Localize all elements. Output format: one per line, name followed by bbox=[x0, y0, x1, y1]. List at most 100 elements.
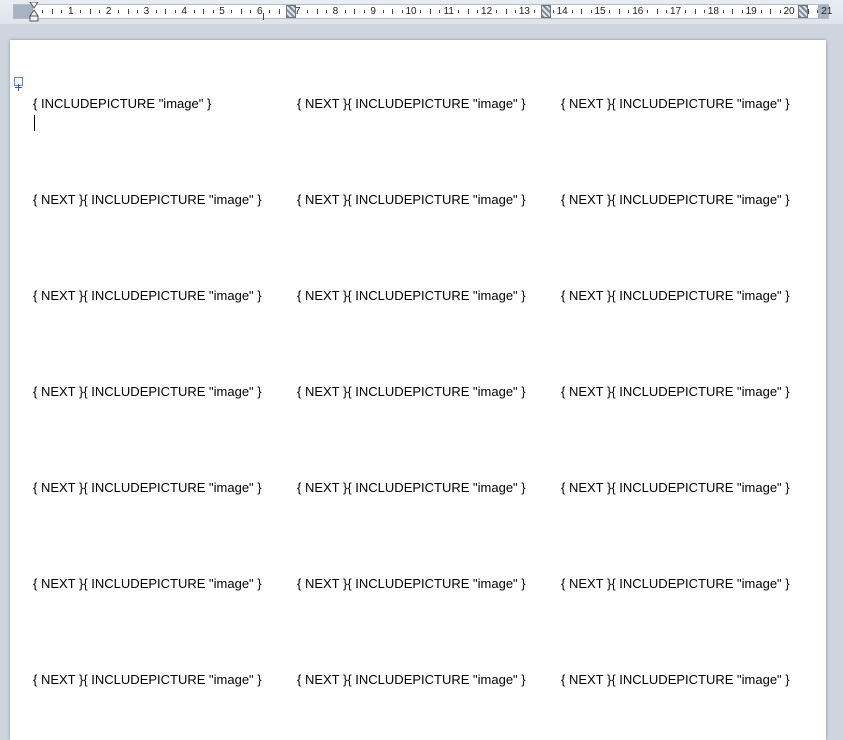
ruler-tick bbox=[155, 10, 157, 13]
ruler-tick bbox=[647, 10, 649, 13]
ruler-tick bbox=[278, 9, 280, 14]
includepicture-field[interactable]: { INCLUDEPICTURE "image" } bbox=[83, 384, 261, 399]
table-move-handle-icon[interactable] bbox=[14, 77, 23, 91]
label-cell[interactable]: { NEXT }{ INCLUDEPICTURE "image" } bbox=[561, 480, 790, 496]
includepicture-field[interactable]: { INCLUDEPICTURE "image" } bbox=[83, 192, 261, 207]
label-cell[interactable]: { INCLUDEPICTURE "image" } bbox=[33, 96, 211, 112]
includepicture-field[interactable]: { INCLUDEPICTURE "image" } bbox=[611, 192, 789, 207]
label-cell[interactable]: { NEXT }{ INCLUDEPICTURE "image" } bbox=[33, 480, 262, 496]
column-marker[interactable] bbox=[286, 5, 296, 18]
label-cell[interactable]: { NEXT }{ INCLUDEPICTURE "image" } bbox=[297, 96, 526, 112]
ruler-tick bbox=[136, 10, 138, 13]
ruler-tick bbox=[392, 9, 394, 14]
includepicture-field[interactable]: { INCLUDEPICTURE "image" } bbox=[347, 96, 525, 111]
includepicture-field[interactable]: { INCLUDEPICTURE "image" } bbox=[83, 288, 261, 303]
ruler-tick bbox=[552, 10, 554, 13]
ruler-tick bbox=[382, 10, 384, 13]
next-field[interactable]: { NEXT } bbox=[297, 192, 347, 207]
ruler-number: 1 bbox=[68, 6, 74, 17]
ruler-tick bbox=[193, 10, 195, 13]
label-cell[interactable]: { NEXT }{ INCLUDEPICTURE "image" } bbox=[297, 672, 526, 688]
includepicture-field[interactable]: { INCLUDEPICTURE "image" } bbox=[611, 672, 789, 687]
ruler-tick bbox=[571, 10, 573, 13]
includepicture-field[interactable]: { INCLUDEPICTURE "image" } bbox=[611, 288, 789, 303]
next-field[interactable]: { NEXT } bbox=[561, 480, 611, 495]
column-marker[interactable] bbox=[541, 5, 551, 18]
includepicture-field[interactable]: { INCLUDEPICTURE "image" } bbox=[611, 480, 789, 495]
ruler-tick bbox=[250, 10, 252, 13]
ruler-number: 6 bbox=[257, 6, 263, 17]
label-cell[interactable]: { NEXT }{ INCLUDEPICTURE "image" } bbox=[33, 288, 262, 304]
includepicture-field[interactable]: { INCLUDEPICTURE "image" } bbox=[347, 384, 525, 399]
includepicture-field[interactable]: { INCLUDEPICTURE "image" } bbox=[347, 480, 525, 495]
ruler-number: 5 bbox=[219, 6, 225, 17]
label-cell[interactable]: { NEXT }{ INCLUDEPICTURE "image" } bbox=[33, 384, 262, 400]
ruler-tick bbox=[61, 10, 63, 13]
ruler-tick bbox=[118, 10, 120, 13]
ruler-tick bbox=[590, 10, 592, 13]
next-field[interactable]: { NEXT } bbox=[33, 672, 83, 687]
label-cell[interactable]: { NEXT }{ INCLUDEPICTURE "image" } bbox=[561, 384, 790, 400]
includepicture-field[interactable]: { INCLUDEPICTURE "image" } bbox=[83, 576, 261, 591]
includepicture-field[interactable]: { INCLUDEPICTURE "image" } bbox=[347, 672, 525, 687]
ruler-tick bbox=[269, 10, 271, 13]
next-field[interactable]: { NEXT } bbox=[33, 288, 83, 303]
ruler-number: 12 bbox=[481, 6, 493, 17]
label-cell[interactable]: { NEXT }{ INCLUDEPICTURE "image" } bbox=[561, 288, 790, 304]
label-cell[interactable]: { NEXT }{ INCLUDEPICTURE "image" } bbox=[297, 288, 526, 304]
label-cell[interactable]: { NEXT }{ INCLUDEPICTURE "image" } bbox=[561, 192, 790, 208]
ruler-number: 16 bbox=[632, 6, 644, 17]
ruler-tick bbox=[325, 10, 327, 13]
label-cell[interactable]: { NEXT }{ INCLUDEPICTURE "image" } bbox=[297, 384, 526, 400]
next-field[interactable]: { NEXT } bbox=[297, 576, 347, 591]
document-page[interactable]: { INCLUDEPICTURE "image" }{ NEXT }{ INCL… bbox=[10, 40, 826, 740]
ruler-tick bbox=[581, 9, 583, 14]
includepicture-field[interactable]: { INCLUDEPICTURE "image" } bbox=[611, 96, 789, 111]
column-marker[interactable] bbox=[798, 5, 808, 18]
next-field[interactable]: { NEXT } bbox=[561, 192, 611, 207]
label-cell[interactable]: { NEXT }{ INCLUDEPICTURE "image" } bbox=[33, 192, 262, 208]
next-field[interactable]: { NEXT } bbox=[561, 576, 611, 591]
ruler-number: 11 bbox=[443, 6, 454, 17]
ruler-tick bbox=[505, 9, 507, 14]
includepicture-field[interactable]: { INCLUDEPICTURE "image" } bbox=[83, 672, 261, 687]
includepicture-field[interactable]: { INCLUDEPICTURE "image" } bbox=[33, 96, 211, 111]
text-cursor bbox=[34, 115, 35, 131]
ruler-tick bbox=[807, 9, 809, 14]
next-field[interactable]: { NEXT } bbox=[561, 288, 611, 303]
next-field[interactable]: { NEXT } bbox=[297, 96, 347, 111]
ruler-tick bbox=[467, 9, 469, 14]
label-cell[interactable]: { NEXT }{ INCLUDEPICTURE "image" } bbox=[561, 96, 790, 112]
ruler-number: 18 bbox=[707, 6, 719, 17]
includepicture-field[interactable]: { INCLUDEPICTURE "image" } bbox=[347, 576, 525, 591]
label-cell[interactable]: { NEXT }{ INCLUDEPICTURE "image" } bbox=[561, 672, 790, 688]
includepicture-field[interactable]: { INCLUDEPICTURE "image" } bbox=[347, 288, 525, 303]
next-field[interactable]: { NEXT } bbox=[297, 384, 347, 399]
tab-stop-marker[interactable] bbox=[263, 13, 268, 20]
next-field[interactable]: { NEXT } bbox=[33, 192, 83, 207]
next-field[interactable]: { NEXT } bbox=[297, 480, 347, 495]
label-cell[interactable]: { NEXT }{ INCLUDEPICTURE "image" } bbox=[33, 576, 262, 592]
label-cell[interactable]: { NEXT }{ INCLUDEPICTURE "image" } bbox=[297, 480, 526, 496]
includepicture-field[interactable]: { INCLUDEPICTURE "image" } bbox=[611, 384, 789, 399]
label-cell[interactable]: { NEXT }{ INCLUDEPICTURE "image" } bbox=[297, 576, 526, 592]
next-field[interactable]: { NEXT } bbox=[297, 288, 347, 303]
ruler-tick bbox=[496, 10, 498, 13]
includepicture-field[interactable]: { INCLUDEPICTURE "image" } bbox=[611, 576, 789, 591]
includepicture-field[interactable]: { INCLUDEPICTURE "image" } bbox=[83, 480, 261, 495]
next-field[interactable]: { NEXT } bbox=[561, 384, 611, 399]
next-field[interactable]: { NEXT } bbox=[33, 576, 83, 591]
next-field[interactable]: { NEXT } bbox=[561, 672, 611, 687]
next-field[interactable]: { NEXT } bbox=[561, 96, 611, 111]
next-field[interactable]: { NEXT } bbox=[297, 672, 347, 687]
label-cell[interactable]: { NEXT }{ INCLUDEPICTURE "image" } bbox=[561, 576, 790, 592]
ruler-number: 19 bbox=[745, 6, 757, 17]
next-field[interactable]: { NEXT } bbox=[33, 480, 83, 495]
indent-marker-icon[interactable] bbox=[29, 2, 39, 22]
includepicture-field[interactable]: { INCLUDEPICTURE "image" } bbox=[347, 192, 525, 207]
horizontal-ruler[interactable]: 1 2 3 4 5 6 7 8 9 10 11 12 13 14 15 16 17 18 19 20 21 bbox=[0, 0, 843, 24]
label-cell[interactable]: { NEXT }{ INCLUDEPICTURE "image" } bbox=[297, 192, 526, 208]
ruler-tick bbox=[817, 10, 819, 13]
label-cell[interactable]: { NEXT }{ INCLUDEPICTURE "image" } bbox=[33, 672, 262, 688]
next-field[interactable]: { NEXT } bbox=[33, 384, 83, 399]
